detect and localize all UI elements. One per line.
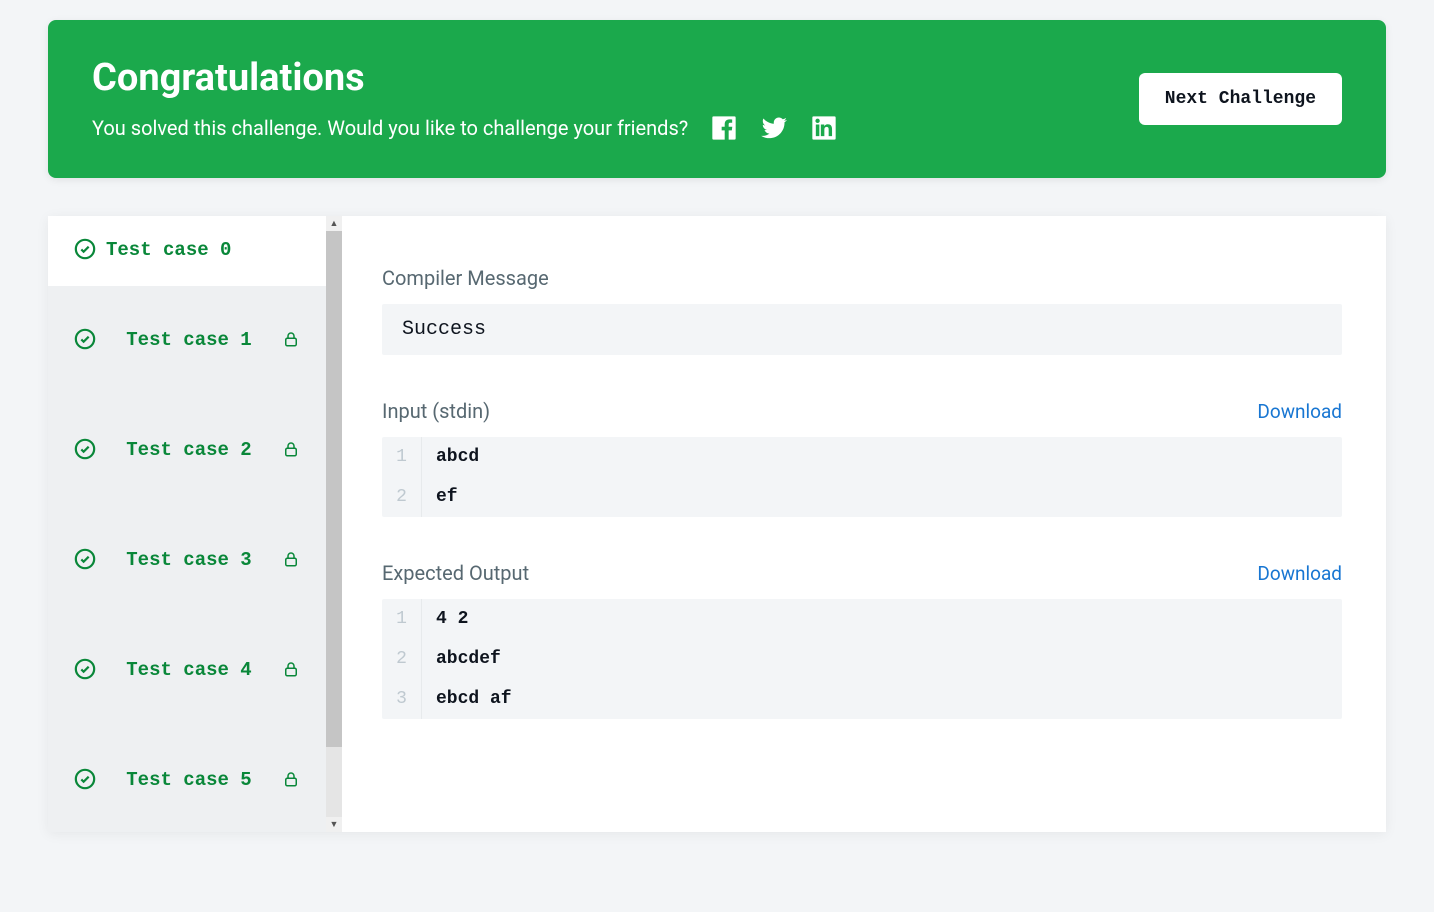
output-line: 2abcdef [382, 639, 1342, 679]
line-number: 2 [382, 639, 422, 679]
testcase-detail: Compiler Message Success Input (stdin) D… [326, 216, 1386, 832]
line-text: 4 2 [422, 599, 482, 639]
testcase-item-1[interactable]: Test case 1 [48, 286, 326, 396]
testcase-label: Test case 2 [106, 439, 272, 463]
testcase-item-3[interactable]: Test case 3 [48, 506, 326, 616]
social-links [710, 114, 838, 142]
linkedin-icon[interactable] [810, 114, 838, 142]
line-text: abcdef [422, 639, 515, 679]
lock-icon [282, 330, 300, 352]
check-icon [74, 768, 96, 794]
scroll-up-icon[interactable]: ▲ [330, 216, 339, 231]
line-text: abcd [422, 437, 493, 477]
check-icon [74, 548, 96, 574]
testcase-item-0[interactable]: Test case 0 [48, 216, 326, 286]
facebook-icon[interactable] [710, 114, 738, 142]
banner-subtitle: You solved this challenge. Would you lik… [92, 116, 688, 140]
sidebar-scrollbar[interactable]: ▲ ▼ [326, 216, 342, 832]
banner-row: You solved this challenge. Would you lik… [92, 114, 838, 142]
input-line: 1abcd [382, 437, 1342, 477]
input-line: 2ef [382, 477, 1342, 517]
check-icon [74, 438, 96, 464]
testcase-label: Test case 3 [106, 549, 272, 573]
line-text: ef [422, 477, 472, 517]
scroll-track[interactable] [326, 231, 342, 817]
testcase-label: Test case 5 [106, 769, 272, 793]
twitter-icon[interactable] [760, 114, 788, 142]
output-line: 3ebcd af [382, 679, 1342, 719]
check-icon [74, 238, 96, 264]
testcase-item-2[interactable]: Test case 2 [48, 396, 326, 506]
line-number: 2 [382, 477, 422, 517]
testcase-sidebar[interactable]: Test case 0 Test case 1 Test case 2 Test ca… [48, 216, 326, 832]
lock-icon [282, 440, 300, 462]
output-title: Expected Output [382, 561, 529, 585]
banner-left: Congratulations You solved this challeng… [92, 56, 838, 142]
compiler-section: Compiler Message Success [382, 266, 1342, 355]
testcase-label: Test case 1 [106, 329, 272, 353]
scroll-thumb[interactable] [326, 231, 342, 747]
check-icon [74, 328, 96, 354]
line-text: ebcd af [422, 679, 526, 719]
output-line: 14 2 [382, 599, 1342, 639]
testcase-label: Test case 0 [106, 239, 300, 263]
input-section: Input (stdin) Download 1abcd2ef [382, 399, 1342, 517]
input-code-box: 1abcd2ef [382, 437, 1342, 517]
download-input-link[interactable]: Download [1257, 400, 1342, 423]
testcase-label: Test case 4 [106, 659, 272, 683]
congrats-banner: Congratulations You solved this challeng… [48, 20, 1386, 178]
lock-icon [282, 660, 300, 682]
line-number: 1 [382, 437, 422, 477]
output-section: Expected Output Download 14 22abcdef3ebc… [382, 561, 1342, 719]
lock-icon [282, 550, 300, 572]
output-code-box: 14 22abcdef3ebcd af [382, 599, 1342, 719]
compiler-title: Compiler Message [382, 266, 549, 290]
testcase-item-5[interactable]: Test case 5 [48, 726, 326, 832]
testcase-item-4[interactable]: Test case 4 [48, 616, 326, 726]
results-panel: Test case 0 Test case 1 Test case 2 Test ca… [48, 216, 1386, 832]
line-number: 3 [382, 679, 422, 719]
line-number: 1 [382, 599, 422, 639]
download-output-link[interactable]: Download [1257, 562, 1342, 585]
input-title: Input (stdin) [382, 399, 490, 423]
check-icon [74, 658, 96, 684]
next-challenge-button[interactable]: Next Challenge [1139, 73, 1342, 125]
compiler-message: Success [382, 304, 1342, 355]
lock-icon [282, 770, 300, 792]
banner-title: Congratulations [92, 56, 838, 100]
scroll-down-icon[interactable]: ▼ [330, 817, 339, 832]
